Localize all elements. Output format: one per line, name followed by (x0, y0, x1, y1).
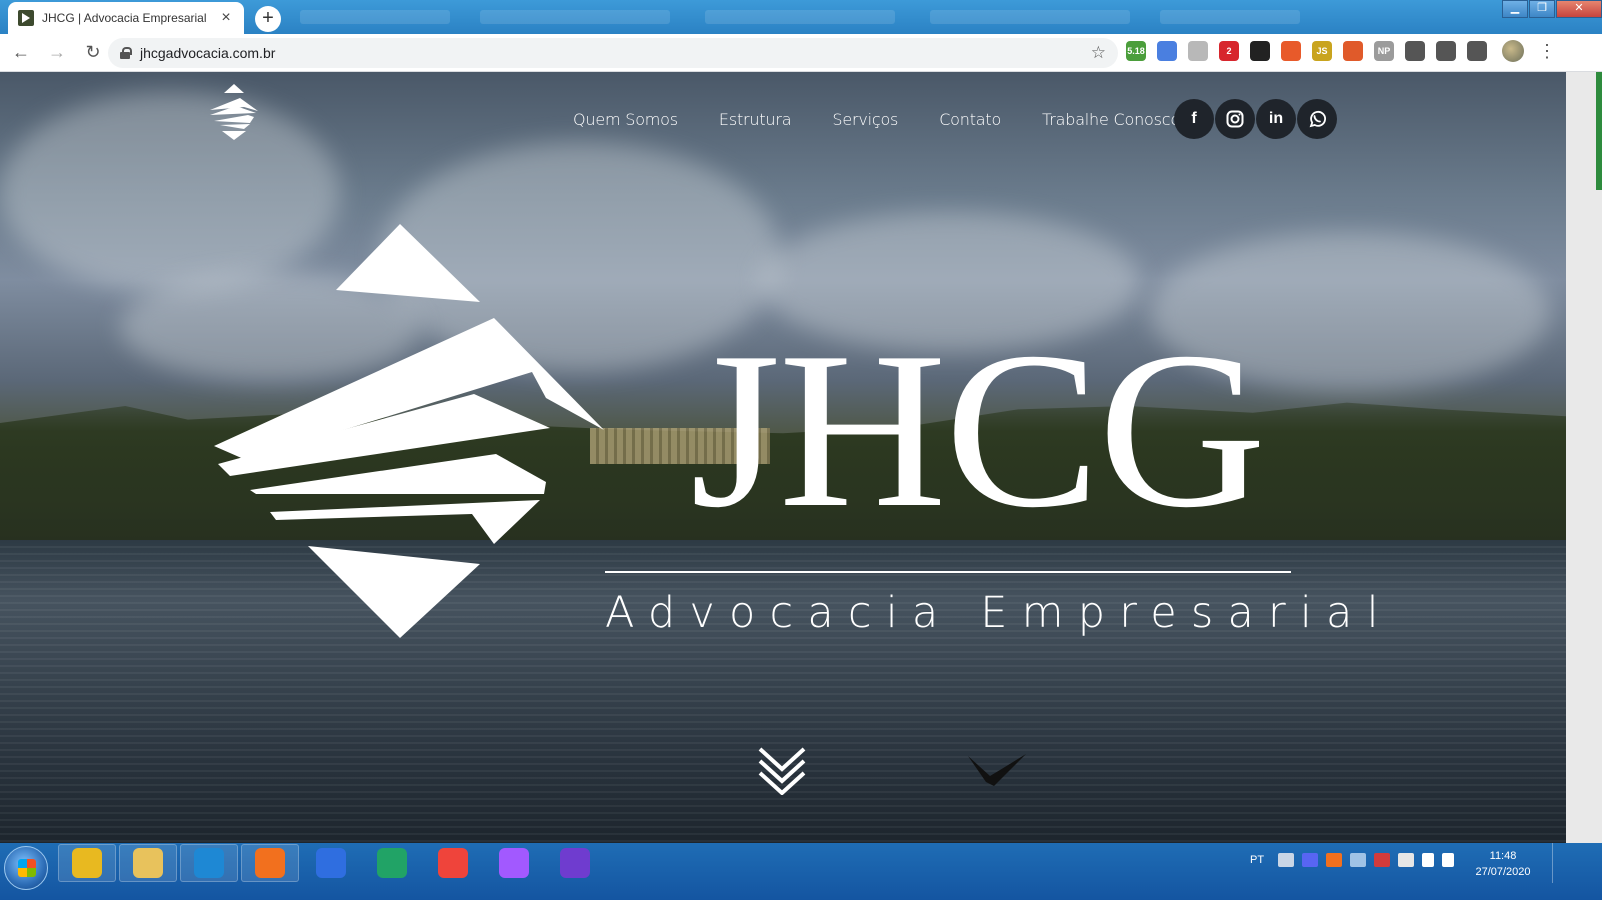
background-tab[interactable] (1160, 10, 1300, 24)
nav-link-contato[interactable]: Contato (939, 110, 1001, 129)
hero-tagline: Advocacia Empresarial (605, 588, 1393, 638)
browser-tab-active[interactable]: JHCG | Advocacia Empresarial × (8, 2, 244, 34)
scroll-down-chevrons-icon[interactable] (756, 745, 808, 795)
url-text[interactable]: jhcgadvocacia.com.br (140, 45, 275, 61)
window-controls: ▁ ❐ ✕ (1501, 0, 1602, 18)
scrollbar-thumb[interactable] (1596, 72, 1602, 190)
social-links: f in (1174, 99, 1338, 139)
bird-icon (968, 754, 1026, 786)
browser-toolbar: ← → ↻ jhcgadvocacia.com.br ☆ 5.18 2 JS NP ⋮ (0, 34, 1602, 72)
site-favicon-icon (18, 10, 34, 26)
discord-icon[interactable] (1302, 853, 1319, 867)
xampp-taskbar-icon[interactable] (241, 844, 299, 882)
linkedin-icon[interactable]: in (1256, 99, 1296, 139)
anydesk-glyph-icon (438, 848, 468, 878)
minimize-icon[interactable]: ▁ (1502, 0, 1528, 18)
media-queue-ext-icon[interactable] (1467, 41, 1487, 61)
bookmark-star-icon[interactable]: ☆ (1091, 43, 1106, 63)
hero-divider (605, 571, 1291, 573)
nav-link-trabalhe-conosco[interactable]: Trabalhe Conosco (1042, 110, 1180, 129)
android-ext-icon[interactable]: 5.18 (1126, 41, 1146, 61)
tab-close-icon[interactable]: × (218, 10, 234, 26)
site-navigation: Quem Somos Estrutura Serviços Contato Tr… (573, 110, 1180, 129)
translate-ext-icon[interactable] (1157, 41, 1177, 61)
puzzle-ext-icon[interactable] (1436, 41, 1456, 61)
explorer-glyph-icon (133, 848, 163, 878)
reload-icon[interactable]: ↻ (78, 38, 108, 68)
edge-taskbar-icon[interactable] (363, 844, 421, 882)
np-ext-icon[interactable]: NP (1374, 41, 1394, 61)
hero-emblem-logo (214, 224, 604, 638)
flag-alert-icon[interactable] (1374, 853, 1391, 867)
page-viewport: Quem Somos Estrutura Serviços Contato Tr… (0, 72, 1566, 843)
nav-link-estrutura[interactable]: Estrutura (719, 110, 792, 129)
address-bar[interactable]: jhcgadvocacia.com.br ☆ (108, 38, 1118, 68)
nav-link-servicos[interactable]: Serviços (832, 110, 898, 129)
color-wheel-ext-icon[interactable] (1281, 41, 1301, 61)
background-tab[interactable] (705, 10, 895, 24)
linkedin-glyph: in (1268, 110, 1284, 127)
system-tray: PT (1250, 853, 1462, 867)
restore-icon[interactable]: ❐ (1529, 0, 1555, 18)
explorer-taskbar-icon[interactable] (119, 844, 177, 882)
edge-glyph-icon (377, 848, 407, 878)
show-desktop-button[interactable] (1552, 843, 1566, 883)
extensions-row: 5.18 2 JS NP (1126, 41, 1498, 61)
whatsapp-icon[interactable] (1297, 99, 1337, 139)
start-button[interactable] (4, 846, 48, 890)
facebook-icon[interactable]: f (1174, 99, 1214, 139)
browser-menu-icon[interactable]: ⋮ (1538, 41, 1556, 61)
glasses-ext-icon[interactable] (1250, 41, 1270, 61)
reader-ext-icon[interactable] (1405, 41, 1425, 61)
vscode-taskbar-icon[interactable] (180, 844, 238, 882)
opera-ext-icon[interactable]: 2 (1219, 41, 1239, 61)
lock-icon[interactable] (120, 47, 132, 59)
facebook-glyph: f (1191, 110, 1197, 127)
fire-ext-icon[interactable] (1343, 41, 1363, 61)
system-clock[interactable]: 11:48 27/07/2020 (1468, 848, 1538, 880)
compass-ext-icon[interactable] (1188, 41, 1208, 61)
anydesk-taskbar-icon[interactable] (424, 844, 482, 882)
chrome-taskbar-icon[interactable] (58, 844, 116, 882)
volume-icon[interactable] (1442, 853, 1455, 867)
figma-glyph-icon (499, 848, 529, 878)
js-ext-icon[interactable]: JS (1312, 41, 1332, 61)
xampp-tray-icon[interactable] (1326, 853, 1343, 867)
clock-time: 11:48 (1489, 850, 1517, 862)
new-tab-button[interactable]: + (255, 6, 281, 32)
xampp-glyph-icon (255, 848, 285, 878)
vscode-glyph-icon (194, 848, 224, 878)
whatsapp-glyph (1309, 110, 1326, 128)
instagram-icon[interactable] (1215, 99, 1255, 139)
wps-taskbar-icon[interactable] (302, 844, 360, 882)
music-taskbar-icon[interactable] (546, 844, 604, 882)
background-tab[interactable] (300, 10, 450, 24)
language-indicator[interactable]: PT (1250, 854, 1264, 866)
figma-taskbar-icon[interactable] (485, 844, 543, 882)
back-arrow-icon[interactable]: ← (6, 38, 36, 68)
chrome-glyph-icon (72, 848, 102, 878)
music-glyph-icon (560, 848, 590, 878)
hero-wordmark: JHCG (690, 306, 1266, 554)
clock-date: 27/07/2020 (1475, 866, 1531, 878)
keyboard-icon[interactable] (1278, 853, 1295, 867)
instagram-glyph (1226, 110, 1244, 128)
background-tab[interactable] (480, 10, 670, 24)
network-icon[interactable] (1350, 853, 1367, 867)
forward-arrow-icon[interactable]: → (42, 38, 72, 68)
taskbar: PT 11:48 27/07/2020 (0, 843, 1602, 900)
close-icon[interactable]: ✕ (1556, 0, 1602, 18)
site-logo[interactable] (206, 84, 262, 142)
nav-link-quem-somos[interactable]: Quem Somos (573, 110, 678, 129)
page-scrollbar[interactable] (1566, 72, 1602, 843)
background-tab[interactable] (930, 10, 1130, 24)
device-icon[interactable] (1398, 853, 1415, 867)
signal-icon[interactable] (1422, 853, 1435, 867)
browser-tab-strip: JHCG | Advocacia Empresarial × + ▁ ❐ ✕ (0, 0, 1602, 34)
wps-glyph-icon (316, 848, 346, 878)
tab-title: JHCG | Advocacia Empresarial (42, 11, 207, 25)
profile-avatar[interactable] (1502, 40, 1524, 62)
